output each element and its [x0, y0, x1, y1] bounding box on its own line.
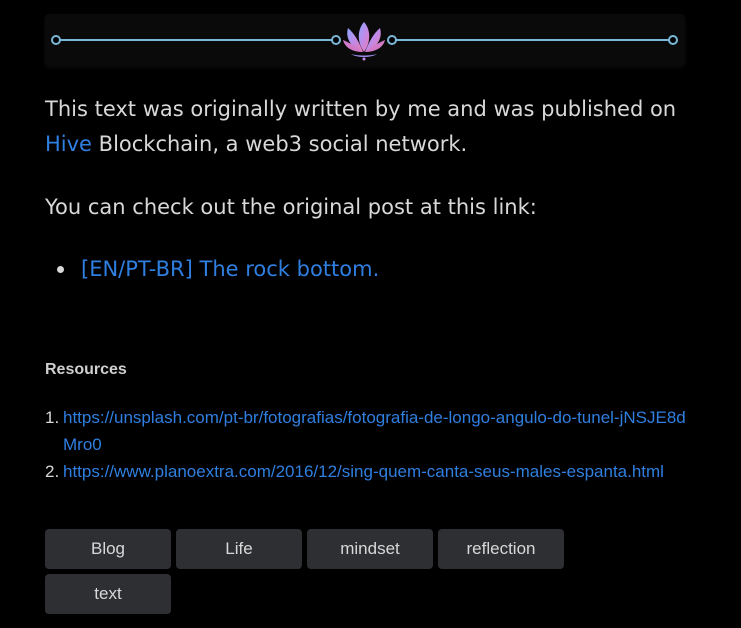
tag-text[interactable]: text [45, 574, 171, 614]
tag-life[interactable]: Life [176, 529, 302, 569]
list-item: [EN/PT-BR] The rock bottom. [45, 252, 379, 287]
tag-reflection[interactable]: reflection [438, 529, 564, 569]
intro-text-after: Blockchain, a web3 social network. [91, 132, 468, 156]
resource-link-unsplash[interactable]: https://unsplash.com/pt-br/fotografias/f… [63, 408, 686, 454]
tag-blog[interactable]: Blog [45, 529, 171, 569]
hive-link[interactable]: Hive [45, 132, 92, 156]
resource-link-planoextra[interactable]: https://www.planoextra.com/2016/12/sing-… [63, 462, 664, 481]
original-post-link[interactable]: [EN/PT-BR] The rock bottom. [81, 257, 379, 281]
tag-list: Blog Life mindset reflection text [45, 529, 575, 614]
original-post-list: [EN/PT-BR] The rock bottom. [45, 252, 379, 287]
lotus-icon [343, 22, 385, 61]
resource-number: 1. [45, 408, 60, 427]
resource-number: 2. [45, 462, 60, 481]
intro-paragraph: This text was originally written by me a… [45, 92, 695, 162]
tag-mindset[interactable]: mindset [307, 529, 433, 569]
resource-item: 2. https://www.planoextra.com/2016/12/si… [45, 458, 695, 485]
resources-list: 1. https://unsplash.com/pt-br/fotografia… [45, 404, 695, 485]
check-link-paragraph: You can check out the original post at t… [45, 195, 537, 219]
section-divider [45, 14, 685, 66]
bullet-dot [57, 266, 64, 273]
divider-line [51, 22, 678, 61]
resource-item: 1. https://unsplash.com/pt-br/fotografia… [45, 404, 695, 458]
intro-text-before: This text was originally written by me a… [45, 97, 677, 121]
resources-heading: Resources [45, 361, 127, 378]
